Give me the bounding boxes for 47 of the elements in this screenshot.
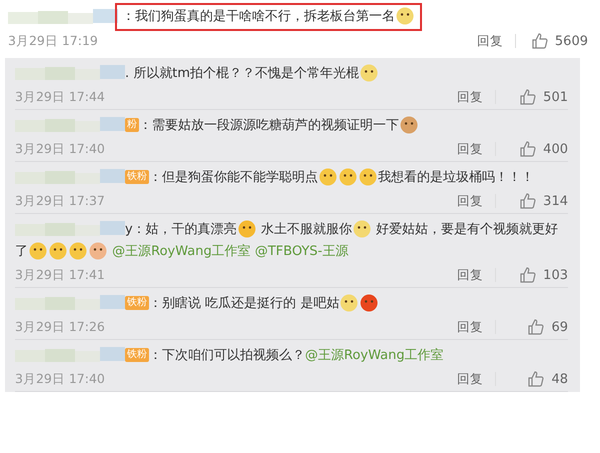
comment-date: 3月29日 17:26 [15,318,106,336]
fan-badge: 铁粉 [125,170,149,184]
like-icon[interactable] [530,32,549,50]
comment-text: ：姑，干的真漂亮 [132,222,237,237]
fan-badge: 铁粉 [125,296,149,310]
like-count: 314 [543,194,568,208]
comment-date: 3月29日 17:40 [15,140,106,158]
reply-link[interactable]: 回复 [465,34,516,48]
comment-text: ：下次咱们可以拍视频么？ [149,348,305,363]
reply-link[interactable]: 回复 [445,90,496,104]
fan-badge: 铁粉 [125,348,149,362]
comment-date: 3月29日 17:41 [15,266,106,284]
reply-link[interactable]: 回复 [445,372,496,386]
comment-text: ：需要姑放一段源源吃糖葫芦的视频证明一下 [139,118,399,133]
mention-link[interactable]: @王源RoyWang工作室 [108,244,251,259]
mention-link[interactable]: @王源RoyWang工作室 [305,348,444,363]
comment-date: 3月29日 17:40 [15,370,106,388]
comment-text: 好爱姑姑，要是有个视频就更好 [374,222,558,237]
like-icon[interactable] [519,192,538,210]
reply-link[interactable]: 回复 [445,194,496,208]
like-count: 400 [543,142,568,156]
like-count: 103 [543,268,568,282]
comment-text: 我想看的是垃圾桶吗！！！ [378,170,534,185]
mention-link[interactable]: @TFBOYS-王源 [250,244,348,259]
comment-date: 3月29日 17:44 [15,88,106,106]
comment-date: 3月29日 17:19 [8,32,99,50]
reply-link[interactable]: 回复 [445,268,496,282]
reply-link[interactable]: 回复 [445,320,496,334]
comment-text: ：我们狗蛋真的是干啥啥不行，拆老板台第一名 [122,9,395,24]
comment-date: 3月29日 17:37 [15,192,106,210]
like-icon[interactable] [527,318,546,336]
comment-text: 了 [15,244,28,259]
like-count: 48 [551,372,568,386]
comment-text: ：但是狗蛋你能不能学聪明点 [149,170,318,185]
fan-badge: 粉 [125,118,139,132]
like-icon[interactable] [519,266,538,284]
comment-text: . 所以就tm拍个棍？？不愧是个常年光棍 [125,66,360,81]
like-icon[interactable] [519,140,538,158]
like-count: 501 [543,90,568,104]
like-icon[interactable] [527,370,546,388]
like-icon[interactable] [519,88,538,106]
comment-text: 水土不服就服你 [260,222,352,237]
reply-link[interactable]: 回复 [445,142,496,156]
comment-text: ：别瞎说 吃瓜还是挺行的 是吧姑 [149,296,340,311]
username-fragment: y [125,222,133,237]
like-count: 5609 [554,34,588,48]
like-count: 69 [551,320,568,334]
